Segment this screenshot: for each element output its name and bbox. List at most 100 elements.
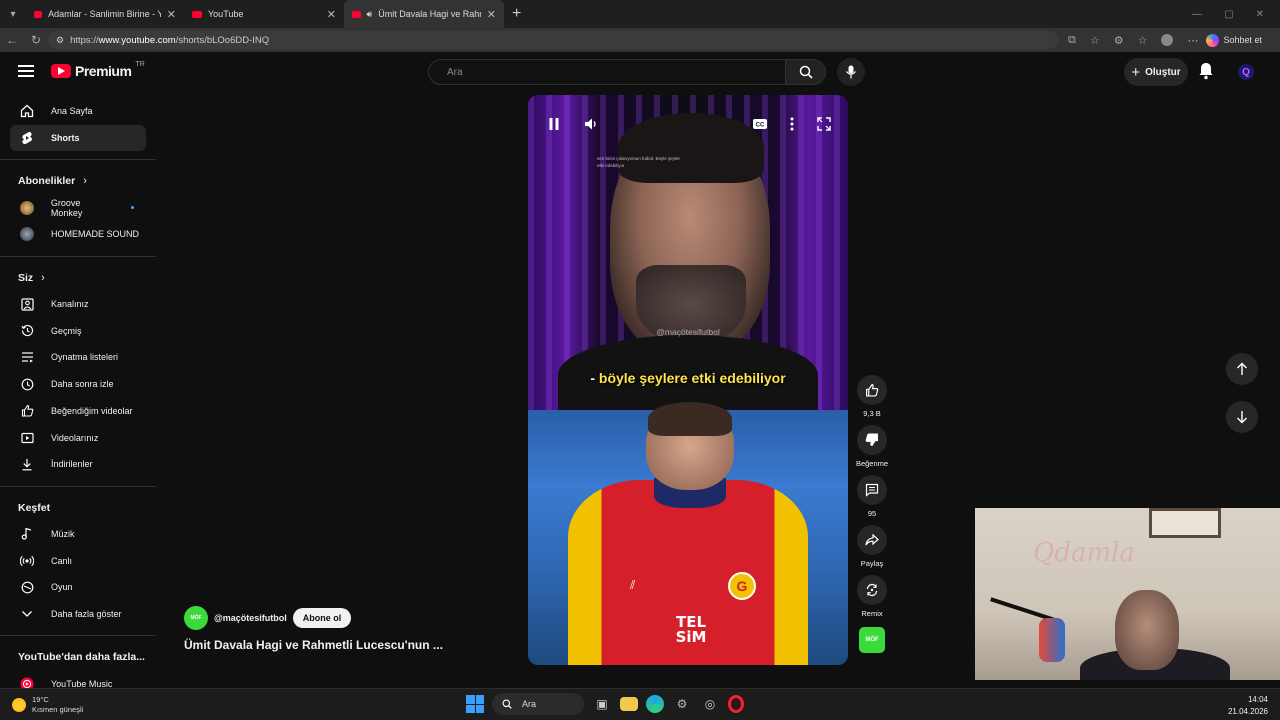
remix-label: Remix xyxy=(861,609,883,618)
copilot-chat-button[interactable]: Sohbet et xyxy=(1206,33,1262,47)
shorts-video-player[interactable]: sen birini çıkarıyorsun futbol. Böyle şe… xyxy=(528,95,848,665)
steam-icon[interactable]: ◎ xyxy=(700,694,720,714)
share-icon xyxy=(865,534,879,546)
section-title: Keşfet xyxy=(18,501,51,514)
refresh-icon[interactable]: ↻ xyxy=(24,33,48,47)
file-explorer-icon[interactable] xyxy=(620,697,638,711)
sidebar-item-label: HOMEMADE SOUND xyxy=(51,229,140,240)
search-button[interactable] xyxy=(786,59,826,85)
extension-icon[interactable]: ⚙ xyxy=(1114,34,1124,47)
sidebar-item-liked-videos[interactable]: Beğendiğim videolar xyxy=(0,398,146,425)
show-more-button[interactable]: Daha fazla göster xyxy=(0,601,146,628)
video-title[interactable]: Ümit Davala Hagi ve Rahmetli Lucescu'nun… xyxy=(184,638,443,652)
create-button[interactable]: + Oluştur xyxy=(1124,58,1188,86)
url-field[interactable]: ⚙ https://www.youtube.com/shorts/bLOo6DD… xyxy=(48,31,1058,49)
voice-search-button[interactable] xyxy=(837,58,865,86)
logo-country-code: TR xyxy=(135,60,145,68)
browser-tab[interactable]: YouTube ✕ xyxy=(184,0,344,28)
share-label: Paylaş xyxy=(860,559,884,568)
system-clock[interactable]: 14:04 21.04.2026 xyxy=(1220,694,1268,717)
close-tab-icon[interactable]: ✕ xyxy=(327,8,336,21)
youtube-header: Premium TR Ara + Oluştur Q xyxy=(0,52,1280,92)
subscriptions-heading[interactable]: Abonelikler › xyxy=(0,168,156,194)
task-view-icon[interactable]: ▣ xyxy=(592,694,612,714)
wall-picture-frame xyxy=(1149,508,1221,538)
taskbar-search[interactable]: Ara xyxy=(492,693,584,715)
sidebar-item-shorts[interactable]: Shorts xyxy=(10,124,146,152)
like-button[interactable] xyxy=(857,375,887,405)
close-tab-icon[interactable]: ✕ xyxy=(167,8,176,21)
close-window-icon[interactable]: ✕ xyxy=(1256,9,1264,20)
sidebar-item-label: Ana Sayfa xyxy=(51,106,93,117)
home-icon xyxy=(20,104,34,118)
remix-icon xyxy=(866,583,878,597)
sidebar-item-history[interactable]: Geçmiş xyxy=(0,317,146,344)
share-button[interactable] xyxy=(857,525,887,555)
sidebar-item-label: Daha sonra izle xyxy=(51,379,114,390)
sidebar-item-your-videos[interactable]: Videolarınız xyxy=(0,424,146,451)
sidebar-item-playlists[interactable]: Oynatma listeleri xyxy=(0,344,146,371)
subscribe-button[interactable]: Abone ol xyxy=(292,608,352,628)
chevron-right-icon: › xyxy=(83,175,87,188)
site-info-icon[interactable]: ⚙ xyxy=(56,35,64,46)
fullscreen-button[interactable] xyxy=(815,115,833,133)
profile-icon[interactable] xyxy=(1161,34,1174,46)
sidebar-item-your-channel[interactable]: Kanalınız xyxy=(0,291,146,318)
close-tab-icon[interactable]: ✕ xyxy=(487,8,496,21)
channel-avatar[interactable]: MÖF xyxy=(184,606,208,630)
minimize-icon[interactable]: — xyxy=(1192,9,1202,20)
next-short-button[interactable] xyxy=(1226,401,1258,433)
comments-button[interactable] xyxy=(857,475,887,505)
you-heading[interactable]: Siz › xyxy=(0,265,156,291)
divider xyxy=(0,159,156,161)
sidebar-item-homemade-sound[interactable]: HOMEMADE SOUND xyxy=(0,221,146,248)
tab-list-menu-icon[interactable]: ▾ xyxy=(0,9,26,20)
account-avatar[interactable]: Q xyxy=(1238,64,1254,80)
opera-icon[interactable] xyxy=(728,695,744,713)
sidebar-item-gaming[interactable]: Oyun xyxy=(0,574,146,601)
pause-button[interactable] xyxy=(545,115,563,133)
back-icon[interactable]: ← xyxy=(0,33,24,47)
new-content-dot xyxy=(131,206,134,210)
hamburger-menu-icon[interactable] xyxy=(18,65,34,80)
sidebar-item-live[interactable]: Canlı xyxy=(0,547,146,574)
speaker-icon[interactable]: 🔊︎ xyxy=(367,9,373,20)
more-options-button[interactable] xyxy=(783,115,801,133)
windows-start-icon[interactable] xyxy=(466,695,484,713)
webcam-overlay: Qdamla xyxy=(975,508,1280,680)
youtube-premium-logo[interactable]: Premium TR xyxy=(51,60,145,79)
dislike-button[interactable] xyxy=(857,425,887,455)
thumbs-up-icon xyxy=(866,384,879,397)
channel-sound-thumbnail[interactable]: MÖF xyxy=(859,627,885,653)
browser-tab-active[interactable]: 🔊︎ Ümit Davala Hagi ve Rahmetli ✕ xyxy=(344,0,504,28)
maximize-icon[interactable]: ▢ xyxy=(1224,9,1233,20)
edge-browser-icon[interactable] xyxy=(646,695,664,713)
sidebar-item-downloads[interactable]: İndirilenler xyxy=(0,451,146,478)
notifications-button[interactable] xyxy=(1198,62,1214,85)
settings-icon[interactable]: ⚙ xyxy=(672,694,692,714)
sidebar-item-music[interactable]: Müzik xyxy=(0,521,146,548)
browser-tab[interactable]: Adamlar - Sanlimin Birine - YouTub ✕ xyxy=(26,0,184,28)
favorite-star-icon[interactable]: ☆ xyxy=(1090,34,1100,47)
sidebar-item-home[interactable]: Ana Sayfa xyxy=(0,98,146,125)
weather-widget[interactable]: 19°C Kısmen güneşli xyxy=(12,695,83,715)
captions-button[interactable]: CC xyxy=(751,115,769,133)
sidebar-item-watch-later[interactable]: Daha sonra izle xyxy=(0,371,146,398)
sidebar-item-label: Canlı xyxy=(51,555,73,566)
search-input[interactable]: Ara xyxy=(428,59,786,85)
previous-short-button[interactable] xyxy=(1226,353,1258,385)
music-icon xyxy=(20,527,34,541)
sidebar: Ana Sayfa Shorts Abonelikler › Groove Mo… xyxy=(0,98,156,691)
volume-button[interactable] xyxy=(582,115,600,133)
new-tab-icon[interactable]: + xyxy=(504,5,529,23)
remix-button[interactable] xyxy=(857,575,887,605)
explore-heading: Keşfet xyxy=(0,495,156,521)
app-available-icon[interactable]: ⧉ xyxy=(1068,34,1076,47)
taskbar-search-label: Ara xyxy=(522,699,537,709)
sidebar-item-groove-monkey[interactable]: Groove Monkey xyxy=(0,194,146,221)
channel-handle[interactable]: @maçötesifutbol xyxy=(214,613,287,623)
shorts-action-bar: 9,3 B Beğenme 95 Paylaş Remix MÖF xyxy=(856,375,888,659)
favorites-icon[interactable]: ☆ xyxy=(1138,34,1148,47)
more-menu-icon[interactable]: ⋯ xyxy=(1187,34,1198,47)
captions-icon: CC xyxy=(753,119,767,129)
